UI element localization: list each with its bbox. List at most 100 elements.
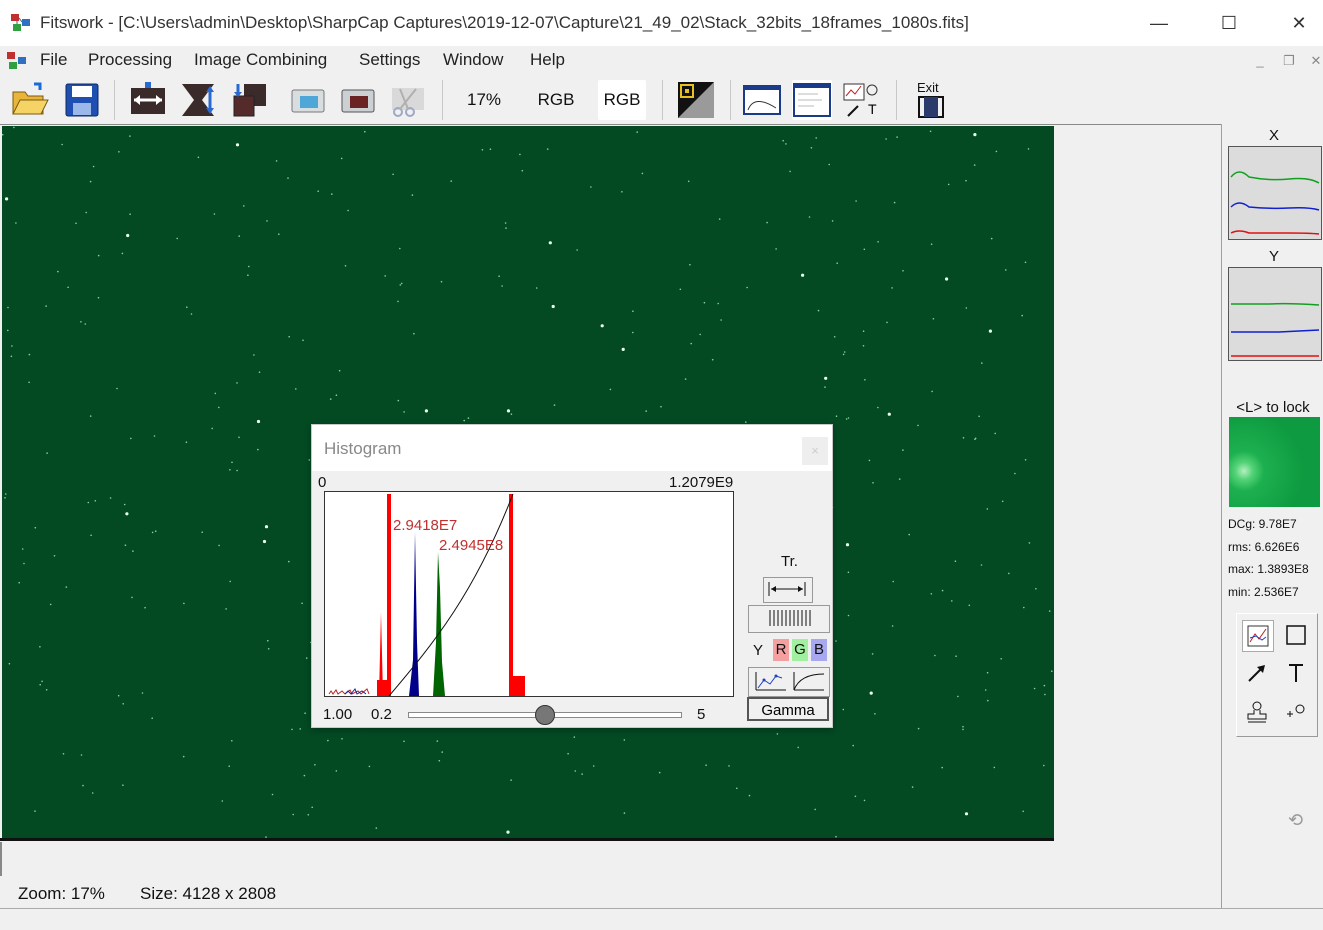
star	[329, 398, 332, 400]
open-folder-icon[interactable]	[10, 80, 50, 120]
mdi-restore-button[interactable]: ❐	[1279, 52, 1299, 70]
save-icon[interactable]	[62, 80, 102, 120]
star	[305, 657, 308, 659]
mdi-close-button[interactable]: ✕	[1306, 52, 1323, 70]
arrow-tool-icon[interactable]	[1242, 658, 1272, 688]
star	[1043, 684, 1046, 687]
star	[94, 500, 97, 502]
copy-image-icon[interactable]	[288, 80, 328, 120]
toolbar-separator	[114, 80, 115, 120]
menu-help[interactable]: Help	[530, 50, 565, 70]
star	[214, 392, 217, 395]
star	[782, 139, 784, 142]
star	[151, 717, 153, 719]
star	[980, 564, 983, 566]
star	[974, 437, 977, 440]
star	[302, 339, 304, 342]
channel-y-button[interactable]: Y	[753, 642, 763, 659]
star	[808, 216, 811, 218]
undo-icon[interactable]: ⟲	[1288, 810, 1303, 831]
star	[141, 692, 144, 694]
menu-image-combining[interactable]: Image Combining	[194, 50, 327, 70]
star	[125, 512, 129, 516]
star	[546, 148, 549, 150]
paste-image-icon[interactable]	[338, 80, 378, 120]
channel-g-button[interactable]: G	[792, 639, 808, 661]
rotate-icon[interactable]	[230, 80, 270, 120]
menu-file[interactable]: File	[40, 50, 67, 70]
close-button[interactable]: ✕	[1276, 10, 1322, 36]
maximize-button[interactable]: ☐	[1206, 10, 1252, 36]
star	[930, 593, 933, 595]
star	[97, 296, 100, 299]
star	[930, 243, 933, 245]
star	[236, 469, 238, 472]
star	[893, 201, 896, 204]
stat-rms: rms: 6.626E6	[1228, 540, 1300, 554]
stat-dcg: DCg: 9.78E7	[1228, 517, 1297, 531]
rgb-active-button[interactable]: RGB	[598, 90, 646, 110]
exit-door-icon	[918, 96, 944, 118]
histogram-close-button[interactable]: ×	[802, 437, 828, 465]
menu-processing[interactable]: Processing	[88, 50, 172, 70]
star	[45, 689, 48, 691]
rgb-active-button-bg[interactable]: RGB	[598, 80, 646, 120]
zoom-button[interactable]: 17%	[460, 90, 508, 110]
histogram-plot[interactable]: 2.9418E7 2.4945E8	[324, 491, 734, 697]
star	[28, 353, 31, 356]
red-high-block	[511, 676, 525, 696]
graph-tool-icon[interactable]	[1242, 620, 1274, 652]
curve-mode-icon	[755, 672, 825, 691]
channel-r-button[interactable]: R	[773, 639, 789, 661]
star	[801, 273, 805, 277]
star	[835, 640, 837, 642]
star	[238, 436, 240, 439]
star	[885, 138, 887, 140]
star	[229, 580, 231, 583]
menu-settings[interactable]: Settings	[359, 50, 420, 70]
curve-window-icon[interactable]	[742, 80, 782, 120]
gamma-button[interactable]: Gamma	[747, 697, 829, 721]
crop-disabled-icon[interactable]	[388, 80, 428, 120]
flip-horizontal-icon[interactable]	[128, 80, 168, 120]
star	[510, 413, 513, 416]
star	[986, 671, 989, 674]
histogram-window-icon[interactable]	[792, 80, 832, 120]
star	[1014, 472, 1016, 475]
mdi-minimize-button[interactable]: _	[1250, 52, 1270, 70]
star	[15, 222, 17, 224]
star	[225, 608, 227, 610]
star	[7, 329, 9, 332]
rectangle-tool-icon[interactable]	[1281, 620, 1311, 650]
star-marker-tool-icon[interactable]	[1281, 697, 1311, 727]
curve-mode-button[interactable]	[748, 667, 830, 697]
star	[11, 345, 13, 347]
levels-icon[interactable]	[676, 80, 716, 120]
star	[510, 779, 512, 781]
text-tool-icon[interactable]	[1281, 658, 1311, 688]
minimize-button[interactable]: —	[1136, 10, 1182, 36]
star	[990, 237, 993, 240]
channel-b-button[interactable]: B	[811, 639, 827, 661]
rgb-mode-button[interactable]: RGB	[530, 90, 582, 110]
star	[872, 482, 874, 484]
star	[521, 169, 524, 172]
star	[53, 555, 56, 557]
menu-window[interactable]: Window	[443, 50, 503, 70]
workspace-border	[0, 124, 1221, 125]
star	[1033, 687, 1036, 690]
star	[776, 733, 779, 735]
low-clip-marker[interactable]	[387, 494, 391, 696]
high-clip-marker[interactable]	[509, 494, 513, 696]
chart-tools-icon[interactable]: T	[842, 80, 882, 120]
histogram-bars-button[interactable]	[748, 605, 830, 633]
range-fit-button[interactable]	[763, 577, 813, 603]
star	[1021, 314, 1023, 317]
star	[197, 156, 200, 159]
right-panel	[1221, 124, 1323, 908]
exit-button[interactable]: Exit	[912, 80, 950, 120]
star	[892, 580, 894, 583]
gamma-slider-thumb[interactable]	[535, 705, 555, 725]
stamp-tool-icon[interactable]	[1242, 697, 1272, 727]
flip-vertical-icon[interactable]	[178, 80, 218, 120]
